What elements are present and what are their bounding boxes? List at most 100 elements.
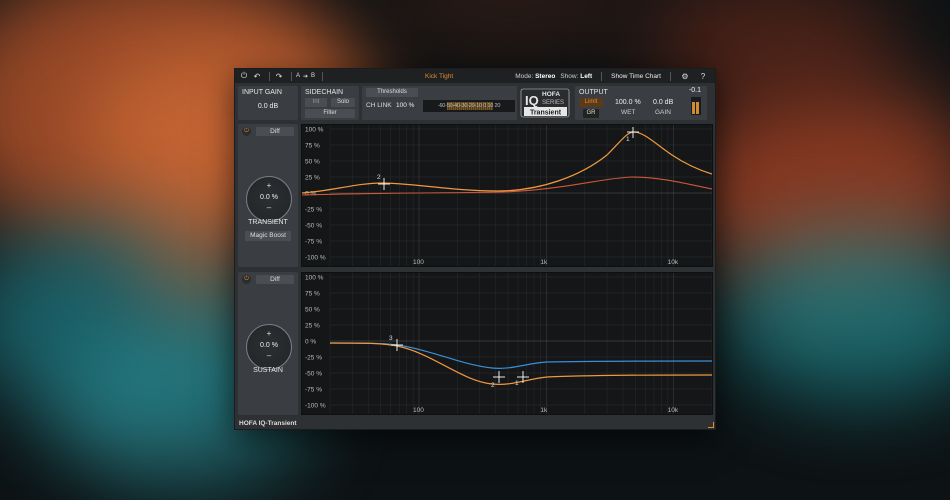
x-axis-label: 100 [413,259,424,266]
ab-a-button[interactable]: A [296,73,300,79]
sustain-node-2-label: 2 [491,382,495,389]
output-gain-value[interactable]: 0.0 dB [653,99,673,106]
output-title: OUTPUT [579,89,608,96]
x-axis-label: 10k [668,259,679,266]
transient-label: TRANSIENT [248,219,288,226]
ch-link-value[interactable]: 100 % [396,102,414,109]
sustain-power-icon[interactable]: ⏻ [242,275,251,284]
undo-icon[interactable]: ↶ [252,71,262,81]
sustain-node-1-label: 1 [515,380,519,387]
x-axis-label: 1k [540,259,548,266]
transient-graph-svg[interactable]: 100 %75 %50 %25 %0 %-25 %-50 %-75 %-100 … [302,125,712,266]
transient-knob[interactable]: + 0.0 % – [246,176,292,222]
transient-grid [329,125,712,266]
transient-minus-icon: – [266,203,272,212]
y-axis-label: 100 % [305,275,324,282]
sustain-node-3[interactable]: 3 [389,335,403,351]
sustain-grid [329,273,712,414]
sustain-curve-orange [329,342,712,385]
help-button[interactable]: ? [698,71,708,81]
thresholds-panel: Thresholds CH LINK 100 % -60-50-40-30-20… [362,86,517,120]
transient-value: 0.0 % [260,194,278,201]
sidechain-panel: SIDECHAIN Int Solo Filter [301,86,359,120]
output-meter [691,97,701,115]
sustain-y-labels: 100 % 75 % 50 % 25 % 0 % -25 % -50 % -75 % -100 … [305,275,326,410]
ab-b-button[interactable]: B [311,73,315,79]
y-axis-label: -75 % [305,387,322,394]
x-axis-label: 10k [668,407,679,414]
mode-selector[interactable]: Mode: Stereo [515,73,555,80]
y-axis-label: -50 % [305,223,322,230]
transient-node-1[interactable]: 1 [626,127,639,143]
wet-value[interactable]: 100.0 % [615,99,641,106]
y-axis-label: 50 % [305,159,320,166]
sidechain-title: SIDECHAIN [305,89,344,96]
thresholds-button[interactable]: Thresholds [366,88,418,97]
transient-curve-red [302,176,712,196]
magic-boost-button[interactable]: Magic Boost [245,231,291,241]
output-panel: OUTPUT -0.1 Limit GR 100.0 % WET 0.0 dB … [575,86,707,120]
sidechain-solo-button[interactable]: Solo [331,98,355,107]
x-axis-label: 1k [540,407,548,414]
input-gain-panel[interactable]: INPUT GAIN 0.0 dB [238,86,298,120]
header-row: INPUT GAIN 0.0 dB SIDECHAIN Int Solo Fil… [238,86,707,120]
sustain-value: 0.0 % [260,342,278,349]
input-gain-title: INPUT GAIN [242,89,282,96]
y-axis-label: 75 % [305,143,320,150]
transient-controls: ⏻ Diff + 0.0 % – TRANSIENT Magic Boost [238,124,298,267]
sustain-node-3-label: 3 [389,335,393,342]
plugin-window: ⏻ ↶ ↷ A ➔ B Kick Tight Mode: Stereo Show… [234,68,716,430]
sustain-plus-icon: + [266,329,272,338]
output-peak-value: -0.1 [688,87,701,94]
transient-diff-button[interactable]: Diff [256,127,294,136]
y-axis-label: 25 % [305,323,320,330]
y-axis-label: 50 % [305,307,320,314]
sustain-controls: ⏻ Diff + 0.0 % – SUSTAIN [238,272,298,415]
transient-x-labels: 100 1k 10k [413,259,679,266]
sustain-x-labels: 100 1k 10k [413,407,679,414]
gear-icon[interactable]: ⚙ [680,71,690,81]
input-level-meter: -60-50-40-30-20-10 0 10 20 [423,100,515,112]
sidechain-filter-button[interactable]: Filter [305,109,355,118]
logo-brand: HOFA [542,91,560,98]
power-icon[interactable]: ⏻ [239,71,249,81]
transient-power-icon[interactable]: ⏻ [242,127,251,136]
sustain-diff-button[interactable]: Diff [256,275,294,284]
x-axis-label: 100 [413,407,424,414]
output-gain-label: GAIN [655,109,671,116]
show-time-chart-button[interactable]: Show Time Chart [611,73,661,80]
sustain-knob[interactable]: + 0.0 % – [246,324,292,370]
gr-indicator: GR [583,109,599,118]
transient-curve-orange [302,131,712,194]
sustain-node-2[interactable]: 2 [491,371,505,389]
logo-graphic: IQ HOFA SERIES Transient [520,88,570,118]
top-toolbar: ⏻ ↶ ↷ A ➔ B Kick Tight Mode: Stereo Show… [235,69,715,83]
sustain-minus-icon: – [266,351,272,360]
sustain-graph-svg[interactable]: 100 % 75 % 50 % 25 % 0 % -25 % -50 % -75 % -100 … [302,273,712,414]
show-selector[interactable]: Show: Left [560,73,592,80]
transient-node-2-label: 2 [377,174,381,181]
transient-node-1-label: 1 [626,136,630,143]
y-axis-label: -75 % [305,239,322,246]
sustain-label: SUSTAIN [253,367,283,374]
transient-eq-graph[interactable]: 100 % 75 % 50 % 25 % 0 % -25 % -50 % -75 % -100 … [301,124,713,267]
y-axis-label: 100 % [305,127,324,134]
logo-series: SERIES [542,100,564,106]
y-axis-label: 0 % [305,339,316,346]
limit-button[interactable]: Limit [579,98,603,107]
ab-copy-button[interactable]: ➔ [303,73,308,80]
transient-node-2[interactable]: 2 [377,174,390,190]
logo-product: Transient [530,109,562,116]
plugin-name-footer: HOFA IQ-Transient [239,420,297,427]
resize-handle[interactable] [708,422,714,428]
redo-icon[interactable]: ↷ [274,71,284,81]
sustain-eq-graph[interactable]: 100 % 75 % 50 % 25 % 0 % -25 % -50 % -75 % -100 … [301,272,713,415]
preset-name[interactable]: Kick Tight [425,73,453,80]
sidechain-int-button[interactable]: Int [305,98,327,107]
input-gain-value[interactable]: 0.0 dB [238,103,298,110]
y-axis-label: -25 % [305,355,322,362]
y-axis-label: 25 % [305,175,320,182]
y-axis-label: -100 % [305,255,326,262]
y-axis-label: -25 % [305,207,322,214]
sustain-curve-blue [329,342,712,369]
